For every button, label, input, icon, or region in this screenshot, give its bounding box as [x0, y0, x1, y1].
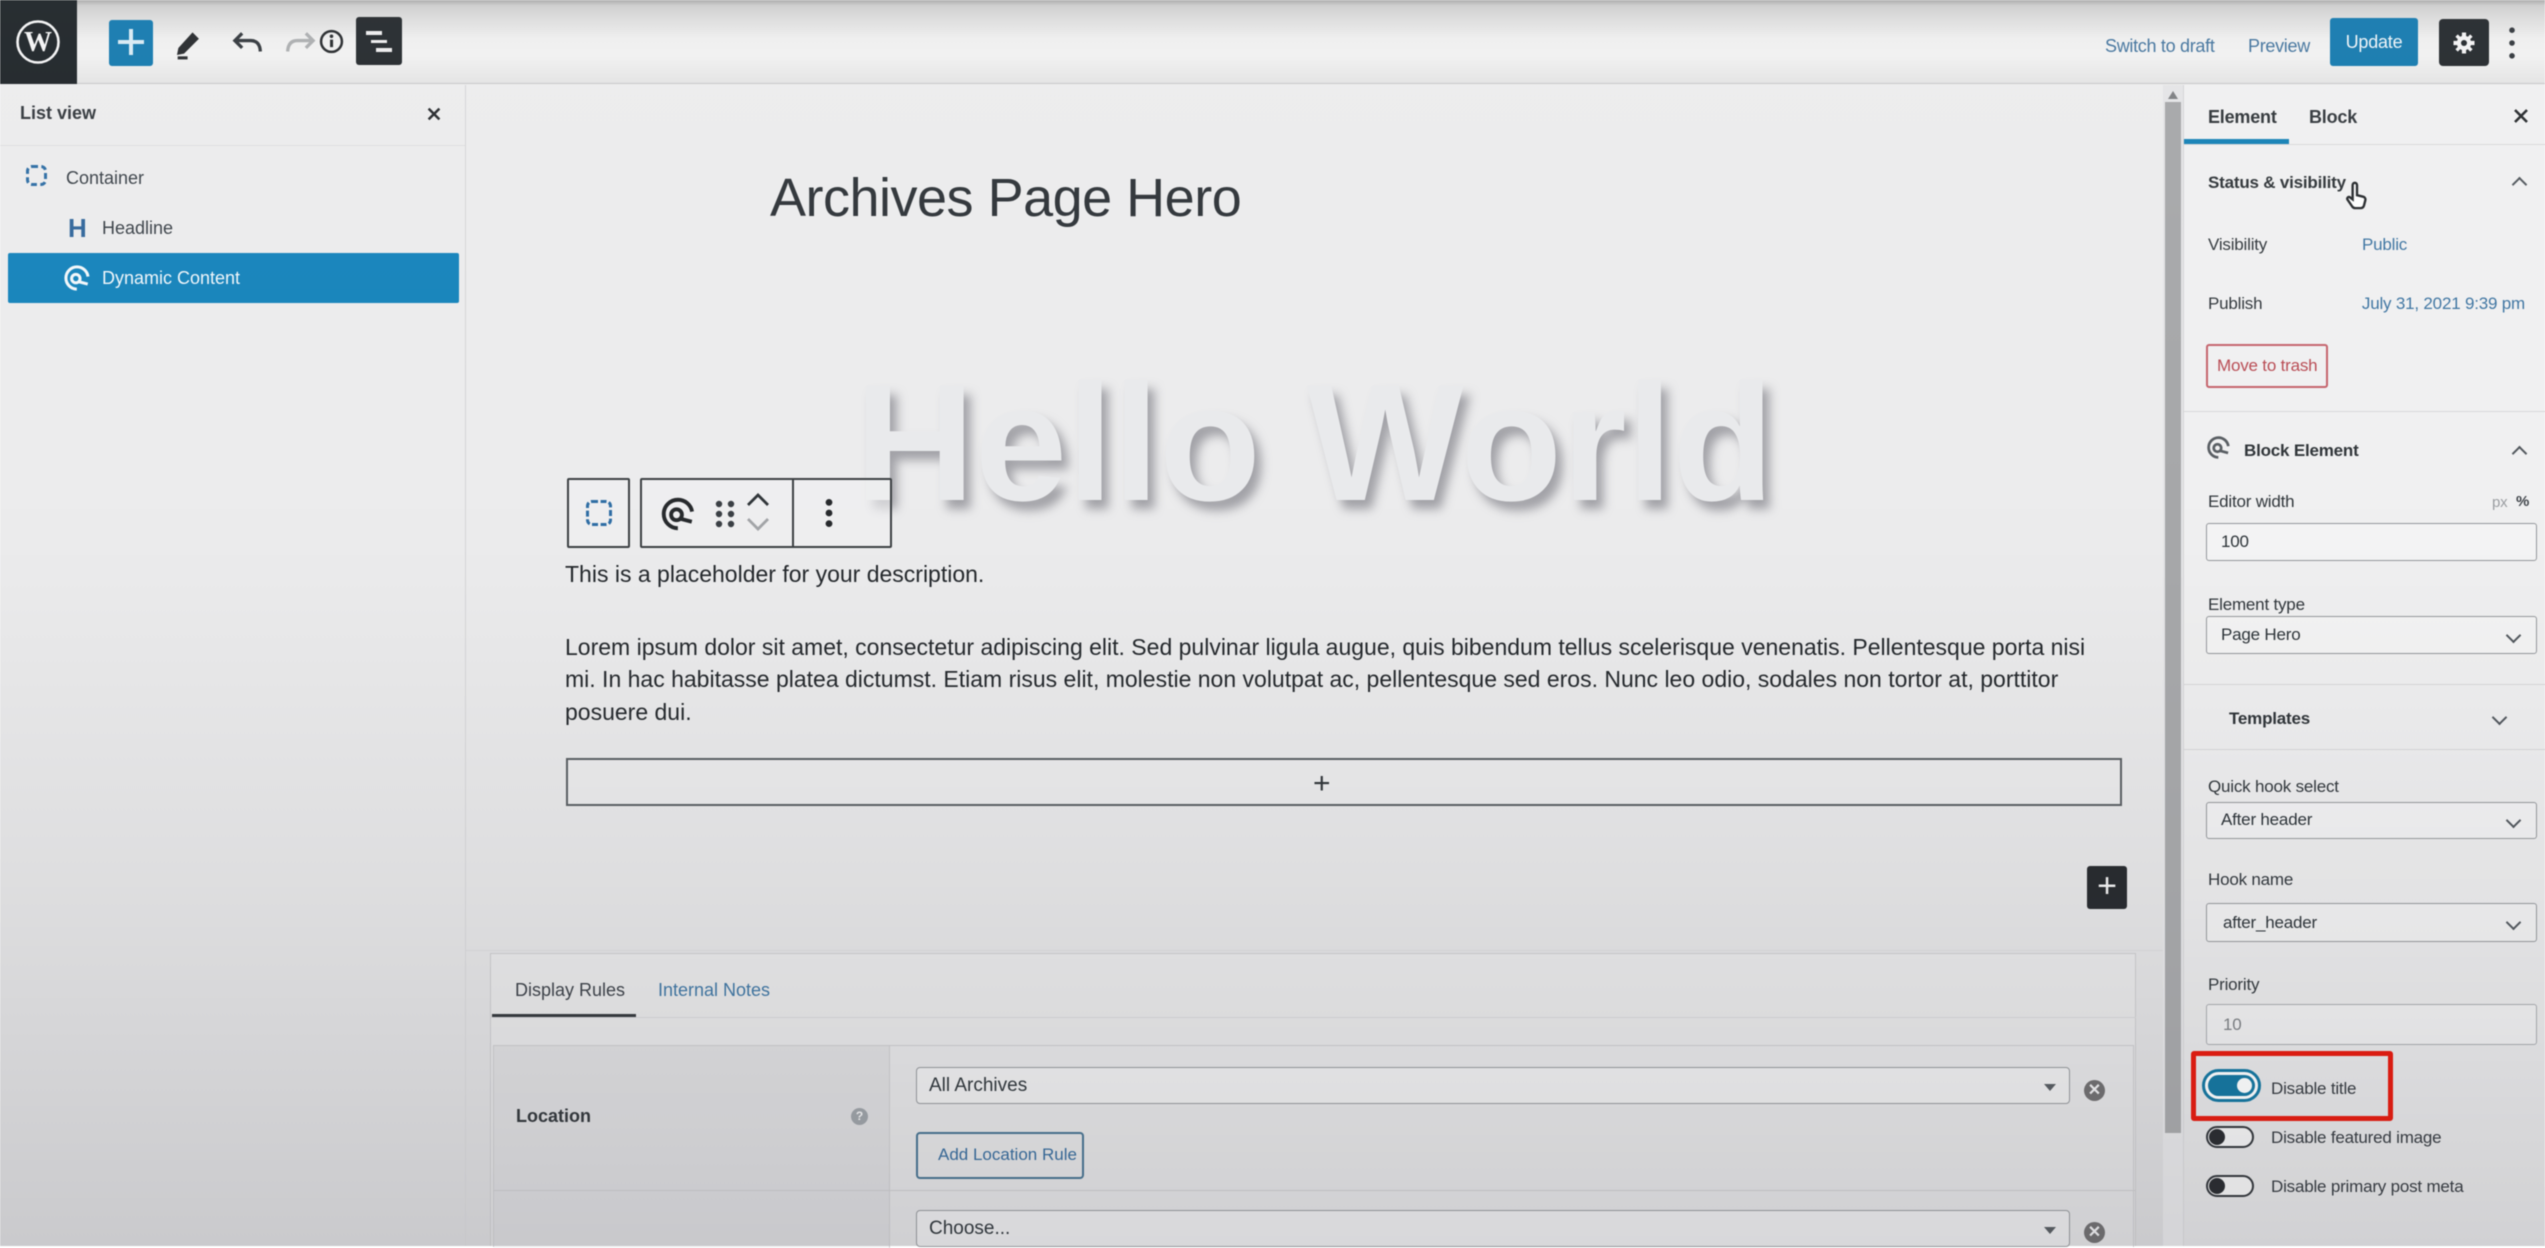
svg-text:W: W — [24, 27, 52, 58]
